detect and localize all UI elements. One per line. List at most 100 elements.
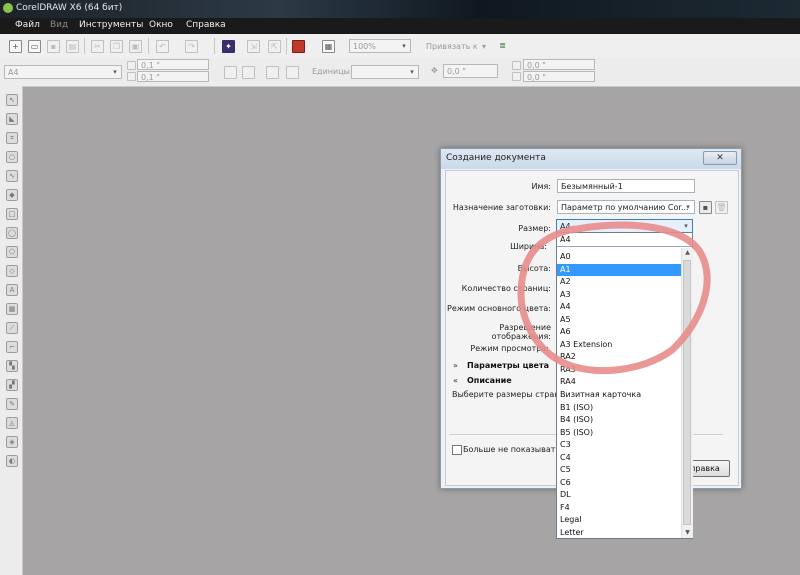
nudge-distance-value: 0,0 " bbox=[447, 67, 466, 76]
dialog-title: Создание документа bbox=[446, 153, 546, 163]
size-option[interactable]: C4 bbox=[557, 452, 681, 465]
table-tool-icon[interactable]: ▦ bbox=[6, 303, 18, 315]
cut-icon[interactable]: ✂ bbox=[91, 40, 104, 53]
duplicate-x-field[interactable]: 0,0 " bbox=[523, 59, 595, 70]
size-option[interactable]: C6 bbox=[557, 477, 681, 490]
blend-tool-icon[interactable]: ▚ bbox=[6, 360, 18, 372]
redo-icon[interactable]: ↷ bbox=[185, 40, 198, 53]
import-icon[interactable]: ⇲ bbox=[247, 40, 260, 53]
welcome-screen-icon[interactable]: ▦ bbox=[322, 40, 335, 53]
separator bbox=[84, 38, 85, 54]
description-section[interactable]: Описание bbox=[467, 376, 512, 385]
menu-file[interactable]: Файл bbox=[15, 20, 40, 30]
new-document-icon[interactable]: + bbox=[9, 40, 22, 53]
chevron-down-icon: ▾ bbox=[686, 203, 690, 211]
page-size-value: A4 bbox=[8, 68, 19, 77]
search-content-icon[interactable]: ✦ bbox=[222, 40, 235, 53]
dimension-tool-icon[interactable]: ⟋ bbox=[6, 322, 18, 334]
size-option[interactable]: B4 (ISO) bbox=[557, 414, 681, 427]
transparency-tool-icon[interactable]: ▞ bbox=[6, 379, 18, 391]
export-icon[interactable]: ⇱ bbox=[268, 40, 281, 53]
save-icon[interactable]: ▪ bbox=[47, 40, 60, 53]
paste-icon[interactable]: ▣ bbox=[129, 40, 142, 53]
interactive-fill-icon[interactable]: ◐ bbox=[6, 455, 18, 467]
scroll-down-icon[interactable]: ▼ bbox=[682, 528, 693, 538]
size-option[interactable]: B1 (ISO) bbox=[557, 402, 681, 415]
eyedropper-tool-icon[interactable]: ✎ bbox=[6, 398, 18, 410]
size-option[interactable]: Legal bbox=[557, 514, 681, 527]
separator bbox=[286, 38, 287, 54]
polygon-tool-icon[interactable]: ⬠ bbox=[6, 246, 18, 258]
chevron-down-icon: ▾ bbox=[402, 42, 406, 50]
chevron-down-icon[interactable]: ▾ bbox=[482, 42, 486, 51]
outline-tool-icon[interactable]: ◬ bbox=[6, 417, 18, 429]
preset-value: Параметр по умолчанию Cor... bbox=[561, 203, 689, 212]
dialog-title-bar[interactable]: Создание документа ✕ bbox=[441, 149, 741, 169]
nudge-icon: ✥ bbox=[431, 66, 438, 75]
chevron-down-icon: ▾ bbox=[113, 68, 117, 76]
page-height-field[interactable]: 0,1 " bbox=[137, 71, 209, 82]
window-title: CorelDRAW X6 (64 бит) bbox=[16, 3, 123, 13]
freehand-tool-icon[interactable]: ∿ bbox=[6, 170, 18, 182]
smart-fill-icon[interactable]: ◆ bbox=[6, 189, 18, 201]
open-icon[interactable]: ▭ bbox=[28, 40, 41, 53]
size-option[interactable]: B5 (ISO) bbox=[557, 427, 681, 440]
menu-help[interactable]: Справка bbox=[186, 20, 226, 30]
collapse-icon[interactable]: « bbox=[453, 376, 458, 385]
name-input[interactable]: Безымянный-1 bbox=[557, 179, 695, 193]
menu-view[interactable]: Вид bbox=[50, 20, 68, 30]
size-option[interactable]: DL bbox=[557, 489, 681, 502]
duplicate-x-value: 0,0 " bbox=[527, 61, 546, 70]
current-page-icon[interactable] bbox=[286, 66, 299, 79]
publish-pdf-icon[interactable] bbox=[292, 40, 305, 53]
basic-shapes-icon[interactable]: ◇ bbox=[6, 265, 18, 277]
page-width-field[interactable]: 0,1 " bbox=[137, 59, 209, 70]
ellipse-tool-icon[interactable]: ◯ bbox=[6, 227, 18, 239]
crop-tool-icon[interactable]: ⌗ bbox=[6, 132, 18, 144]
expand-icon[interactable]: » bbox=[453, 361, 458, 370]
red-annotation-circle bbox=[517, 221, 711, 375]
all-pages-icon[interactable] bbox=[266, 66, 279, 79]
description-text: Выберите размеры страниц bbox=[452, 390, 571, 399]
size-option[interactable]: C3 bbox=[557, 439, 681, 452]
page-height-value: 0,1 " bbox=[141, 73, 160, 82]
snap-to-label[interactable]: Привязать к bbox=[426, 42, 478, 51]
pick-tool-icon[interactable]: ↖ bbox=[6, 94, 18, 106]
print-icon[interactable]: ▤ bbox=[66, 40, 79, 53]
size-option[interactable]: F4 bbox=[557, 502, 681, 515]
standard-toolbar: + ▭ ▪ ▤ ✂ ❐ ▣ ↶ ↷ ✦ ⇲ ⇱ ▦ 100% ▾ Привязат… bbox=[0, 34, 800, 59]
size-option[interactable]: Letter bbox=[557, 527, 681, 540]
connector-tool-icon[interactable]: ⌐ bbox=[6, 341, 18, 353]
options-icon[interactable]: ≣ bbox=[497, 40, 508, 51]
landscape-icon[interactable] bbox=[242, 66, 255, 79]
title-bar: CorelDRAW X6 (64 бит) bbox=[0, 0, 800, 18]
shape-tool-icon[interactable]: ◣ bbox=[6, 113, 18, 125]
property-bar: A4 ▾ 0,1 " 0,1 " Единицы: ▾ ✥ 0,0 " 0,0 "… bbox=[0, 58, 800, 87]
annotation-stroke bbox=[517, 221, 711, 375]
page-size-select[interactable]: A4 ▾ bbox=[4, 65, 122, 79]
undo-icon[interactable]: ↶ bbox=[156, 40, 169, 53]
duplicate-y-icon bbox=[512, 72, 521, 81]
page-width-value: 0,1 " bbox=[141, 61, 160, 70]
rectangle-tool-icon[interactable]: □ bbox=[6, 208, 18, 220]
duplicate-y-value: 0,0 " bbox=[527, 73, 546, 82]
nudge-distance-field[interactable]: 0,0 " bbox=[443, 64, 498, 78]
menu-window[interactable]: Окно bbox=[149, 20, 173, 30]
size-option[interactable]: Визитная карточка bbox=[557, 389, 681, 402]
chevron-down-icon: ▾ bbox=[410, 68, 414, 76]
copy-icon[interactable]: ❐ bbox=[110, 40, 123, 53]
portrait-icon[interactable] bbox=[224, 66, 237, 79]
size-option[interactable]: C5 bbox=[557, 464, 681, 477]
duplicate-y-field[interactable]: 0,0 " bbox=[523, 71, 595, 82]
close-button[interactable]: ✕ bbox=[703, 151, 737, 165]
name-label: Имя: bbox=[531, 182, 551, 191]
delete-preset-icon[interactable]: 🗑 bbox=[715, 201, 728, 214]
fill-tool-icon[interactable]: ◈ bbox=[6, 436, 18, 448]
dont-show-checkbox[interactable] bbox=[452, 445, 462, 455]
coreldraw-logo-icon bbox=[3, 3, 13, 13]
text-tool-icon[interactable]: A bbox=[6, 284, 18, 296]
units-select[interactable]: ▾ bbox=[351, 65, 419, 79]
zoom-level-field[interactable]: 100% ▾ bbox=[349, 39, 411, 53]
menu-tools[interactable]: Инструменты bbox=[79, 20, 143, 30]
zoom-tool-icon[interactable]: ○ bbox=[6, 151, 18, 163]
